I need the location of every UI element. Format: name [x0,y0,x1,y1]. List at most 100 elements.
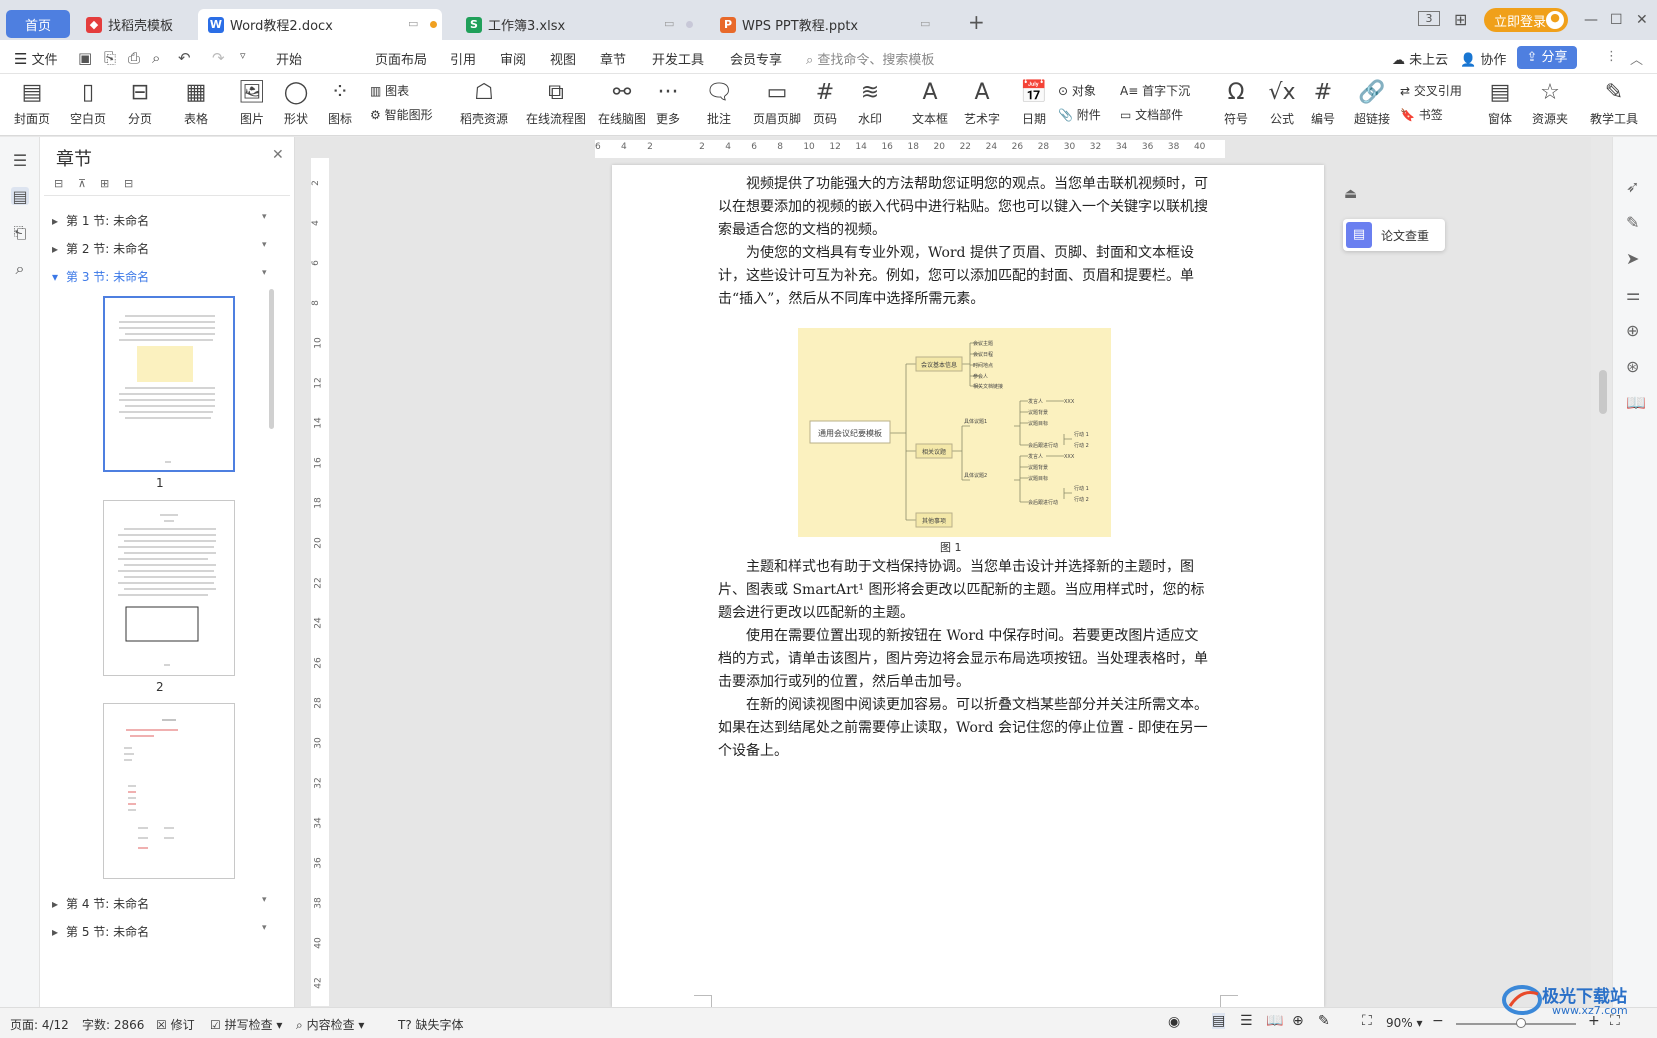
fit-page-icon[interactable]: ⛶ [1362,1013,1372,1029]
write-view-icon[interactable]: ✎ [1318,1013,1330,1029]
menu-layout[interactable]: 页面布局 [375,49,427,68]
spellcheck-toggle[interactable]: ☑ 拼写检查 ▾ [210,1016,282,1033]
scroll-thumb[interactable] [1599,370,1607,414]
form-button[interactable]: ▤ 窗体 [1480,78,1520,127]
revise-toggle[interactable]: ☒ 修订 [156,1016,195,1033]
zoom-level[interactable]: 90% ▾ [1386,1016,1423,1030]
file-menu[interactable]: ☰ 文件 [14,49,58,68]
cover-page-button[interactable]: ▤ 封面页 [10,78,54,127]
docpart-button[interactable]: ▭ 文档部件 [1120,106,1183,123]
reader-icon[interactable]: 📖 [1626,393,1646,412]
section-menu-icon[interactable]: ▾ [262,923,267,933]
add-section-icon[interactable]: ⊞ [100,177,109,190]
export-icon[interactable]: ⎘ [104,49,116,67]
preview-icon[interactable]: ⌕ [152,49,160,67]
shape-button[interactable]: ◯ 形状 [276,78,316,127]
adjust-icon[interactable]: ⚌ [1626,285,1640,304]
rocket-icon[interactable]: ➶ [1626,177,1639,196]
daoke-resource-button[interactable]: ☖ 稻壳资源 [456,78,512,127]
content-check-button[interactable]: ⌕ 内容检查 ▾ [296,1016,364,1033]
chapter-nav-icon[interactable]: ▤ [11,187,29,206]
word-count[interactable]: 字数: 2866 [82,1016,144,1033]
page-thumbnail-3[interactable] [103,703,235,879]
menu-chapter[interactable]: 章节 [600,49,626,68]
web-view-icon[interactable]: ⊕ [1292,1013,1304,1029]
login-button[interactable]: 立即登录 ● [1484,8,1568,32]
more-button[interactable]: ··· 更多 [650,78,686,127]
print-icon[interactable]: ⎙ [128,49,140,67]
new-tab-button[interactable]: + [968,10,985,34]
paragraph-5[interactable]: 在新的阅读视图中阅读更加容易。可以折叠文档某些部分并关注所需文本。如果在达到结尾… [718,694,1208,763]
menu-reference[interactable]: 引用 [450,49,476,68]
pointer-icon[interactable]: ➤ [1626,249,1639,268]
section-2[interactable]: ▸ 第 2 节: 未命名 ▾ [52,240,267,257]
blank-page-button[interactable]: ▯ 空白页 [66,78,110,127]
collab-button[interactable]: 👤 协作 [1460,49,1506,68]
watermark-button[interactable]: ≋ 水印 [852,78,888,127]
page-break-button[interactable]: ⊟ 分页 [120,78,160,127]
cloud-button[interactable]: ☁ 未上云 [1392,49,1448,68]
page-view-icon[interactable]: ▤ [1212,1013,1226,1029]
compass-icon[interactable]: ⊛ [1626,357,1639,376]
pen-icon[interactable]: ✎ [1626,213,1639,232]
paragraph-4[interactable]: 使用在需要位置出现的新按钮在 Word 中保存时间。若要更改图片适应文档的方式，… [718,625,1208,694]
minimize-icon[interactable]: — [1584,12,1598,28]
share-button[interactable]: ⇪ 分享 [1517,46,1577,69]
tab-excel[interactable]: S 工作簿3.xlsx ▭ [456,9,700,40]
tab-home[interactable]: 首页 [6,10,70,38]
maximize-icon[interactable]: ☐ [1610,12,1623,28]
wordart-button[interactable]: A 艺术字 [960,78,1004,127]
formula-button[interactable]: √x 公式 [1262,78,1302,127]
translate-icon[interactable]: ⊕ [1626,321,1639,340]
page-number-button[interactable]: # 页码 [808,78,842,127]
smart-graphic-button[interactable]: ⚙ 智能图形 [370,106,433,123]
tab-template[interactable]: ◆ 找稻壳模板 [76,9,194,40]
move-up-icon[interactable]: ⊼ [78,177,86,190]
symbol-button[interactable]: Ω 符号 [1216,78,1256,127]
page-thumbnail-1[interactable] [103,296,235,472]
mindmap-button[interactable]: ⚯ 在线脑图 [594,78,650,127]
paragraph-3[interactable]: 主题和样式也有助于文档保持协调。当您单击设计并选择新的主题时，图片、图表或 Sm… [718,556,1208,625]
menu-review[interactable]: 审阅 [500,49,526,68]
mindmap-image[interactable]: 通用会议纪要模板 会议基本信息 相关议题 其他事项 会议主题 会议日程 时间地点… [798,328,1111,537]
header-footer-button[interactable]: ▭ 页眉页脚 [750,78,804,127]
collapse-all-icon[interactable]: ⊟ [54,177,63,190]
search-nav-icon[interactable]: ⌕ [11,259,29,278]
collapse-ribbon-icon[interactable]: ︿ [1630,49,1643,68]
chart-button[interactable]: ▥ 图表 [370,82,409,99]
section-menu-icon[interactable]: ▾ [262,212,267,222]
save-icon[interactable]: ▣ [78,49,92,67]
eye-icon[interactable]: ◉ [1168,1014,1180,1030]
tab-word-doc[interactable]: W Word教程2.docx ▭ [198,9,442,40]
menu-view[interactable]: 视图 [550,49,576,68]
vertical-ruler[interactable]: 2 4 6 8 10 12 14 16 18 20 22 24 26 28 30 32 34 36 38 40 42 [311,158,329,1006]
collapse-float-icon[interactable]: ⏏ [1344,186,1357,202]
textbox-button[interactable]: A 文本框 [906,78,954,127]
command-search[interactable]: ⌕ 查找命令、搜索模板 [806,49,934,68]
crossref-button[interactable]: ⇄ 交叉引用 [1400,82,1462,99]
missing-font-button[interactable]: T? 缺失字体 [398,1016,464,1033]
section-menu-icon[interactable]: ▾ [262,240,267,250]
section-3[interactable]: ▾ 第 3 节: 未命名 ▾ [52,268,267,285]
more-icon[interactable]: ⋮ [1605,49,1618,64]
menu-dev[interactable]: 开发工具 [652,49,704,68]
flowchart-button[interactable]: ⧉ 在线流程图 [522,78,590,127]
page-indicator[interactable]: 页面: 4/12 [10,1016,69,1033]
document-scrollbar[interactable] [1598,160,1608,1000]
section-1[interactable]: ▸ 第 1 节: 未命名 ▾ [52,212,267,229]
numbering-button[interactable]: # 编号 [1306,78,1340,127]
attachment-button[interactable]: 📎 附件 [1058,106,1101,123]
panel-scrollbar[interactable] [269,289,274,429]
section-menu-icon[interactable]: ▾ [262,268,267,278]
read-view-icon[interactable]: 📖 [1266,1013,1283,1029]
teaching-tools-button[interactable]: ✎ 教学工具 [1586,78,1642,127]
icon-button[interactable]: ⁘ 图标 [320,78,360,127]
date-button[interactable]: 📅 日期 [1018,78,1050,127]
tab-ppt[interactable]: P WPS PPT教程.pptx ▭ [710,9,954,40]
table-button[interactable]: ▦ 表格 [176,78,216,127]
zoom-out-icon[interactable]: − [1432,1013,1444,1029]
section-5[interactable]: ▸ 第 5 节: 未命名 ▾ [52,923,267,940]
resource-folder-button[interactable]: ☆ 资源夹 [1528,78,1572,127]
grid-icon[interactable]: ⊞ [1454,10,1467,29]
comment-button[interactable]: 🗨 批注 [702,78,736,127]
